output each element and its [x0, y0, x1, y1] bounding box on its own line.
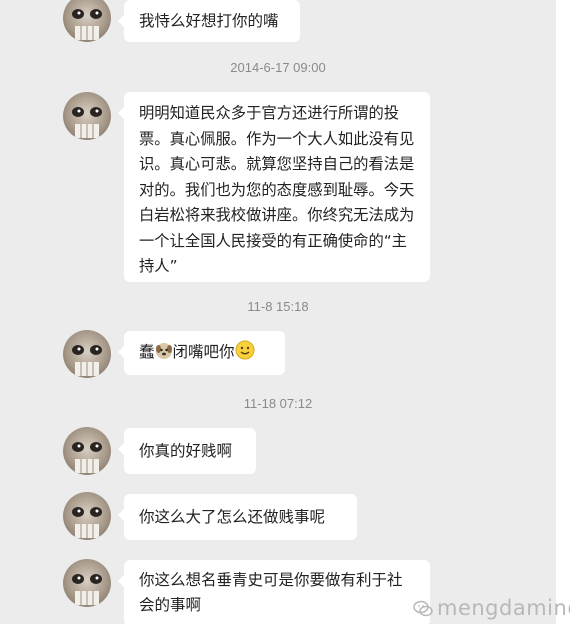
- timestamp: 11-18 07:12: [243, 396, 313, 411]
- message-text: 我恃么好想打你的嘴: [139, 12, 279, 30]
- message-bubble[interactable]: 明明知道民众多于官方还进行所谓的投票。真心佩服。作为一个大人如此没有见识。真心可…: [118, 92, 430, 282]
- avatar[interactable]: [63, 427, 111, 475]
- timestamp: 2014-6-17 09:00: [230, 60, 326, 75]
- avatar[interactable]: [63, 0, 111, 42]
- watermark: mengdaming: [413, 596, 570, 620]
- timestamp: 11-8 15:18: [247, 299, 309, 314]
- avatar[interactable]: [63, 330, 111, 378]
- message-bubble[interactable]: 你真的好贱啊: [118, 428, 256, 474]
- message-text: 你这么想名垂青史可是你要做有利于社会的事啊: [139, 571, 403, 614]
- avatar[interactable]: [63, 492, 111, 540]
- avatar[interactable]: [63, 92, 111, 140]
- message-text: 闭嘴吧你: [172, 343, 235, 361]
- message-bubble[interactable]: 我恃么好想打你的嘴: [118, 0, 300, 42]
- chat-history[interactable]: 我恃么好想打你的嘴 2014-6-17 09:00 明明知道民众多于官方还进行所…: [0, 0, 556, 624]
- dog-emoji-icon: [155, 342, 173, 368]
- right-edge: [556, 0, 570, 624]
- message-bubble[interactable]: 蠢 闭嘴吧你: [118, 331, 285, 375]
- message-text: 明明知道民众多于官方还进行所谓的投票。真心佩服。作为一个大人如此没有见识。真心可…: [139, 104, 415, 275]
- message-bubble[interactable]: 你这么想名垂青史可是你要做有利于社会的事啊: [118, 560, 430, 624]
- message-text: 蠢: [139, 343, 155, 361]
- message-text: 你这么大了怎么还做贱事呢: [139, 508, 326, 526]
- smile-emoji-icon: [235, 340, 255, 368]
- message-bubble[interactable]: 你这么大了怎么还做贱事呢: [118, 494, 357, 540]
- message-text: 你真的好贱啊: [139, 442, 233, 460]
- wechat-icon: [413, 599, 433, 617]
- watermark-text: mengdaming: [437, 596, 570, 620]
- avatar[interactable]: [63, 559, 111, 607]
